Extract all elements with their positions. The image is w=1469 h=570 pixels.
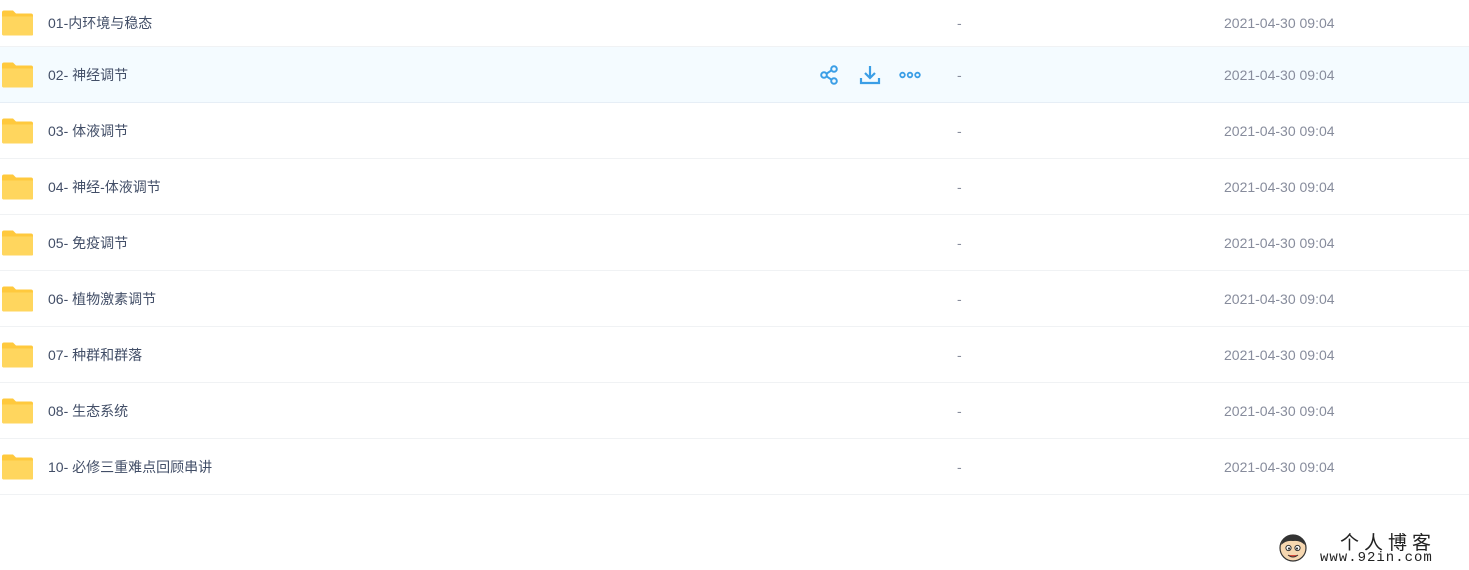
file-modified-date: 2021-04-30 09:04 [1224, 122, 1335, 139]
file-size: - [957, 122, 962, 139]
file-name[interactable]: 10- 必修三重难点回顾串讲 [48, 457, 212, 477]
folder-icon [2, 118, 33, 143]
folder-icon [2, 10, 33, 36]
file-name[interactable]: 05- 免疫调节 [48, 233, 128, 253]
file-modified-date: 2021-04-30 09:04 [1224, 402, 1335, 419]
more-button[interactable] [898, 63, 922, 87]
folder-icon [2, 62, 33, 87]
file-size: - [957, 290, 962, 307]
file-modified-date: 2021-04-30 09:04 [1224, 66, 1335, 83]
share-icon [820, 64, 838, 85]
cartoon-face-icon [1279, 534, 1307, 562]
folder-icon [2, 230, 33, 255]
file-size: - [957, 346, 962, 363]
folder-icon [2, 174, 33, 199]
file-name[interactable]: 06- 植物激素调节 [48, 289, 156, 309]
file-modified-date: 2021-04-30 09:04 [1224, 458, 1335, 475]
file-name[interactable]: 01-内环境与稳态 [48, 13, 152, 33]
file-modified-date: 2021-04-30 09:04 [1224, 346, 1335, 363]
download-icon [859, 65, 881, 84]
file-size: - [957, 402, 962, 419]
file-name[interactable]: 04- 神经-体液调节 [48, 177, 161, 197]
watermark: 个人博客 www.92in.com [1276, 528, 1466, 568]
file-size: - [957, 458, 962, 475]
file-size: - [957, 178, 962, 195]
file-modified-date: 2021-04-30 09:04 [1224, 15, 1335, 31]
file-modified-date: 2021-04-30 09:04 [1224, 290, 1335, 307]
file-row[interactable]: 07- 种群和群落 - 2021-04-30 09:04 [0, 327, 1469, 383]
file-modified-date: 2021-04-30 09:04 [1224, 234, 1335, 251]
file-row[interactable]: 02- 神经调节 - 2021-04-30 09:04 [0, 47, 1469, 103]
folder-icon [2, 342, 33, 367]
file-name[interactable]: 02- 神经调节 [48, 65, 128, 85]
file-name[interactable]: 08- 生态系统 [48, 401, 128, 421]
download-button[interactable] [858, 63, 882, 87]
file-name[interactable]: 07- 种群和群落 [48, 345, 142, 365]
folder-icon [2, 398, 33, 423]
file-size: - [957, 234, 962, 251]
row-actions [818, 63, 922, 87]
file-row[interactable]: 08- 生态系统 - 2021-04-30 09:04 [0, 383, 1469, 439]
file-row[interactable]: 05- 免疫调节 - 2021-04-30 09:04 [0, 215, 1469, 271]
file-size: - [957, 66, 962, 83]
file-row[interactable]: 06- 植物激素调节 - 2021-04-30 09:04 [0, 271, 1469, 327]
file-row[interactable]: 10- 必修三重难点回顾串讲 - 2021-04-30 09:04 [0, 439, 1469, 495]
file-list: 01-内环境与稳态 - 2021-04-30 09:04 02- 神经调节 - … [0, 0, 1469, 495]
share-button[interactable] [818, 63, 842, 87]
file-row[interactable]: 01-内环境与稳态 - 2021-04-30 09:04 [0, 0, 1469, 47]
folder-icon [2, 454, 33, 479]
watermark-url: www.92in.com [1320, 550, 1433, 566]
file-row[interactable]: 04- 神经-体液调节 - 2021-04-30 09:04 [0, 159, 1469, 215]
folder-icon [2, 286, 33, 311]
more-icon [899, 71, 921, 78]
file-size: - [957, 15, 962, 31]
file-modified-date: 2021-04-30 09:04 [1224, 178, 1335, 195]
file-row[interactable]: 03- 体液调节 - 2021-04-30 09:04 [0, 103, 1469, 159]
file-name[interactable]: 03- 体液调节 [48, 121, 128, 141]
